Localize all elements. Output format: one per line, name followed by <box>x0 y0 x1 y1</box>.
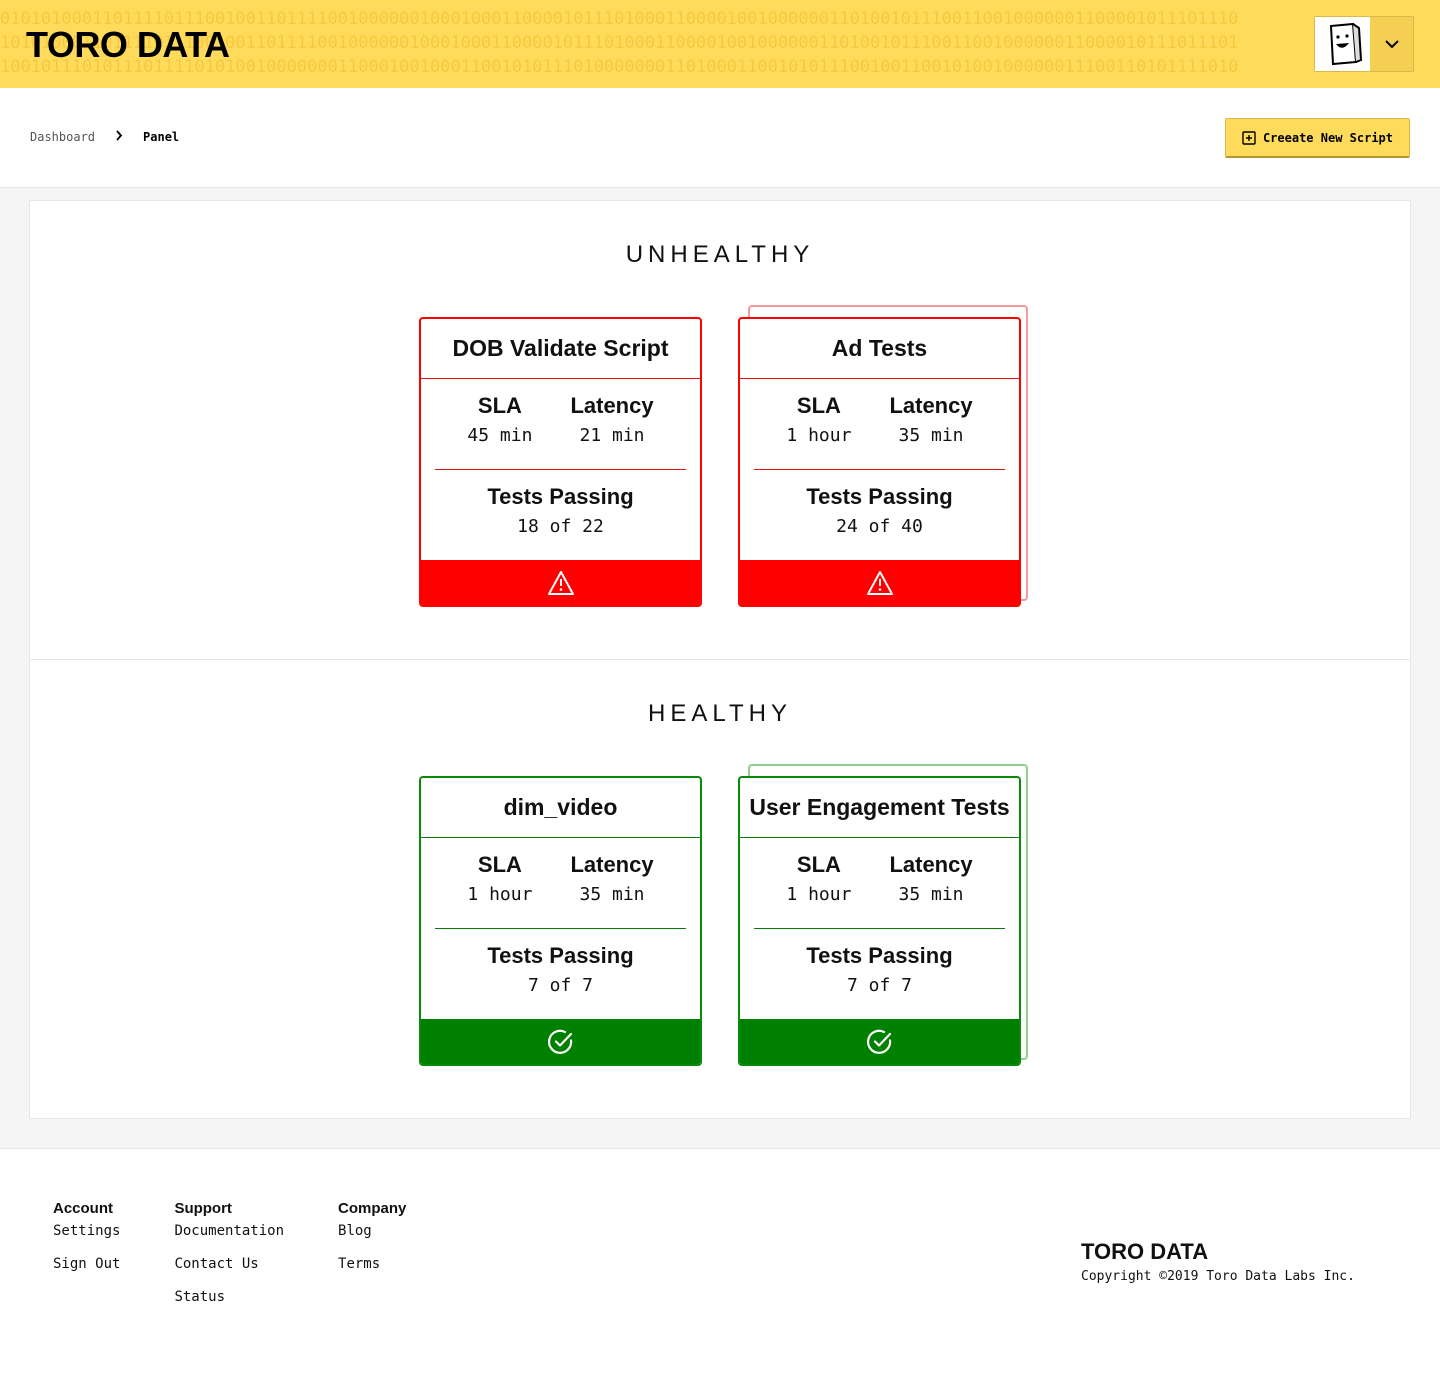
footer-brand: TORO DATA Copyright ©2019 Toro Data Labs… <box>1081 1239 1355 1284</box>
status-bar <box>421 560 700 605</box>
tests-passing-value: 7 of 7 <box>846 975 913 996</box>
check-circle-icon <box>547 1029 572 1054</box>
card-title: dim_video <box>421 778 700 838</box>
card-title: DOB Validate Script <box>421 319 700 379</box>
latency-value: 21 min <box>579 425 645 446</box>
section-title: UNHEALTHY <box>625 241 815 268</box>
section-title: HEALTHY <box>648 700 792 727</box>
script-card[interactable]: User Engagement Tests SLA 1 hour Latency 3… <box>738 776 1021 1066</box>
status-bar <box>740 1019 1019 1064</box>
breadcrumb-dashboard[interactable]: Dashboard <box>30 130 95 144</box>
script-card-wrapper: Ad Tests SLA 1 hour Latency 35 min Tests P… <box>738 305 1028 607</box>
card-title: User Engagement Tests <box>740 778 1019 838</box>
tests-passing-value: 18 of 22 <box>517 516 604 537</box>
create-new-script-label: Creeate New Script <box>1262 130 1393 145</box>
sla-value: 1 hour <box>786 425 852 446</box>
sla-label: SLA <box>796 393 841 418</box>
top-header: 0101010001101111011100100110111100100000… <box>0 0 1440 88</box>
status-bar <box>421 1019 700 1064</box>
footer-column-title: Support <box>174 1200 232 1217</box>
script-card-wrapper: DOB Validate Script SLA 45 min Latency 21 … <box>419 317 702 607</box>
latency-label: Latency <box>570 852 654 877</box>
card-title: Ad Tests <box>740 319 1019 379</box>
plus-square-icon <box>1242 130 1256 145</box>
footer-column-title: Company <box>338 1200 407 1217</box>
sla-value: 1 hour <box>786 884 852 905</box>
tests-passing-value: 24 of 40 <box>836 516 923 537</box>
tests-passing-label: Tests Passing <box>806 943 953 968</box>
footer-column-title: Account <box>53 1200 113 1217</box>
sla-value: 1 hour <box>467 884 533 905</box>
healthy-section: HEALTHY dim_video SLA 1 hour Latency 35 mi… <box>30 659 1410 1118</box>
avatar-face-icon <box>1329 22 1362 66</box>
toolbar: Dashboard Panel Creeate New Script <box>0 88 1440 188</box>
script-card[interactable]: dim_video SLA 1 hour Latency 35 min Tests … <box>419 776 702 1066</box>
script-card-wrapper: User Engagement Tests SLA 1 hour Latency 3… <box>738 764 1028 1066</box>
create-new-script-button[interactable]: Creeate New Script <box>1224 118 1410 158</box>
footer-link-terms[interactable]: Terms <box>338 1256 406 1272</box>
user-menu[interactable] <box>1314 16 1414 72</box>
check-circle-icon <box>866 1029 891 1054</box>
footer-logo: TORO DATA <box>1081 1239 1209 1264</box>
latency-value: 35 min <box>898 425 964 446</box>
breadcrumb: Dashboard Panel <box>30 130 179 144</box>
status-bar <box>740 560 1019 605</box>
latency-label: Latency <box>889 852 973 877</box>
breadcrumb-current: Panel <box>143 130 180 144</box>
footer-link-sign-out[interactable]: Sign Out <box>53 1256 120 1272</box>
sla-value: 45 min <box>467 425 533 446</box>
footer-link-settings[interactable]: Settings <box>53 1223 120 1239</box>
latency-label: Latency <box>889 393 973 418</box>
sla-label: SLA <box>477 393 522 418</box>
footer: Account Settings Sign Out Support Docume… <box>0 1148 1440 1373</box>
sla-label: SLA <box>796 852 841 877</box>
tests-passing-label: Tests Passing <box>487 484 634 509</box>
latency-label: Latency <box>570 393 654 418</box>
footer-link-contact-us[interactable]: Contact Us <box>174 1256 284 1272</box>
scripts-panel: UNHEALTHY DOB Validate Script SLA 45 min … <box>29 200 1411 1119</box>
breadcrumb-separator-icon <box>115 130 123 144</box>
tests-passing-value: 7 of 7 <box>527 975 594 996</box>
footer-column-support: Support Documentation Contact Us Status <box>174 1200 284 1322</box>
warning-icon <box>866 570 893 595</box>
chevron-down-icon <box>1384 40 1399 49</box>
sla-label: SLA <box>477 852 522 877</box>
logo[interactable]: TORO DATA <box>26 24 230 66</box>
script-card[interactable]: Ad Tests SLA 1 hour Latency 35 min Tests P… <box>738 317 1021 607</box>
script-card[interactable]: DOB Validate Script SLA 45 min Latency 21 … <box>419 317 702 607</box>
latency-value: 35 min <box>898 884 964 905</box>
footer-link-blog[interactable]: Blog <box>338 1223 406 1239</box>
user-menu-toggle[interactable] <box>1370 17 1413 71</box>
footer-link-documentation[interactable]: Documentation <box>174 1223 284 1239</box>
script-card-wrapper: dim_video SLA 1 hour Latency 35 min Tests … <box>419 776 702 1066</box>
footer-column-company: Company Blog Terms <box>338 1200 406 1322</box>
avatar[interactable] <box>1315 17 1370 71</box>
main-content: UNHEALTHY DOB Validate Script SLA 45 min … <box>0 188 1440 1148</box>
footer-column-account: Account Settings Sign Out <box>53 1200 120 1322</box>
tests-passing-label: Tests Passing <box>806 484 953 509</box>
copyright-text: Copyright ©2019 Toro Data Labs Inc. <box>1081 1269 1355 1284</box>
footer-link-status[interactable]: Status <box>174 1289 284 1305</box>
unhealthy-section: UNHEALTHY DOB Validate Script SLA 45 min … <box>30 201 1410 659</box>
latency-value: 35 min <box>579 884 645 905</box>
warning-icon <box>547 570 574 595</box>
tests-passing-label: Tests Passing <box>487 943 634 968</box>
